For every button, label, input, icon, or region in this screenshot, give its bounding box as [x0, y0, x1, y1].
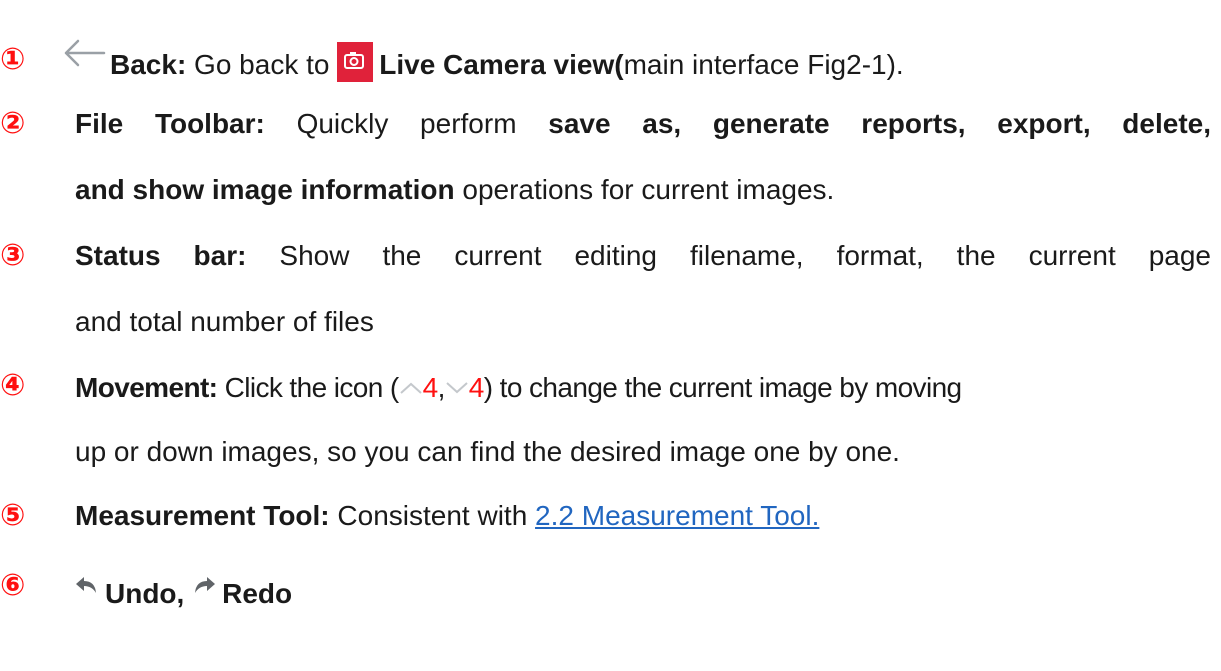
item-line: Undo, Redo	[75, 566, 293, 609]
item-line-2: up or down images, so you can find the d…	[75, 432, 900, 472]
item-text: Quickly perform	[264, 108, 549, 139]
measurement-tool-link[interactable]: 2.2 Measurement Tool.	[535, 500, 819, 531]
item-text: Click the icon (	[217, 372, 400, 403]
item-line: Status bar: Show the current editing fil…	[75, 236, 1211, 276]
go-back-text: Go back to	[186, 49, 338, 80]
item-number: ④	[0, 368, 26, 403]
colon: :	[176, 49, 187, 80]
item-number: ①	[0, 42, 26, 77]
item-line: Back: Go back to Live Camera view(main i…	[62, 38, 904, 82]
item-title: Movement:	[75, 372, 218, 403]
camera-icon	[337, 42, 374, 82]
item-bold-ops: save as, generate reports, export, delet…	[548, 108, 1211, 139]
down-count: 4	[468, 372, 485, 403]
item-line: Measurement Tool: Consistent with 2.2 Me…	[75, 496, 819, 536]
item-text-3: up or down images, so you can find the d…	[75, 436, 900, 467]
back-label: Back	[110, 49, 177, 80]
item-text: Consistent with	[329, 500, 536, 531]
item-line-2: and total number of files	[75, 302, 374, 342]
up-count: 4	[422, 372, 439, 403]
item-text: Show the current editing filename, forma…	[246, 240, 1211, 271]
redo-label: Redo	[222, 578, 293, 609]
item-title: File Toolbar:	[75, 108, 265, 139]
item-bold-ops-2: and show image information	[75, 174, 455, 205]
item-line: File Toolbar: Quickly perform save as, g…	[75, 104, 1211, 144]
comma: ,	[437, 372, 446, 403]
item-text-2: and total number of files	[75, 306, 374, 337]
item-text-2: operations for current images.	[454, 174, 835, 205]
item-line: Movement: Click the icon ( 4, 4) to chan…	[75, 366, 962, 406]
live-camera-rest: main interface Fig2-1).	[623, 49, 904, 80]
item-number: ⑤	[0, 498, 26, 533]
back-arrow-icon	[62, 38, 106, 79]
item-text-2: ) to change the current image by moving	[483, 372, 962, 403]
chevron-down-icon	[445, 366, 469, 406]
item-line-2: and show image information operations fo…	[75, 170, 834, 210]
item-number: ③	[0, 238, 26, 273]
chevron-up-icon	[399, 366, 423, 406]
item-number: ②	[0, 106, 26, 141]
item-number: ⑥	[0, 568, 26, 603]
item-title: Measurement Tool:	[75, 500, 330, 531]
undo-icon	[75, 566, 99, 606]
redo-icon	[192, 566, 216, 606]
item-title: Status bar:	[75, 240, 247, 271]
live-camera-label: Live Camera view(	[379, 49, 624, 80]
undo-label: Undo,	[105, 578, 185, 609]
